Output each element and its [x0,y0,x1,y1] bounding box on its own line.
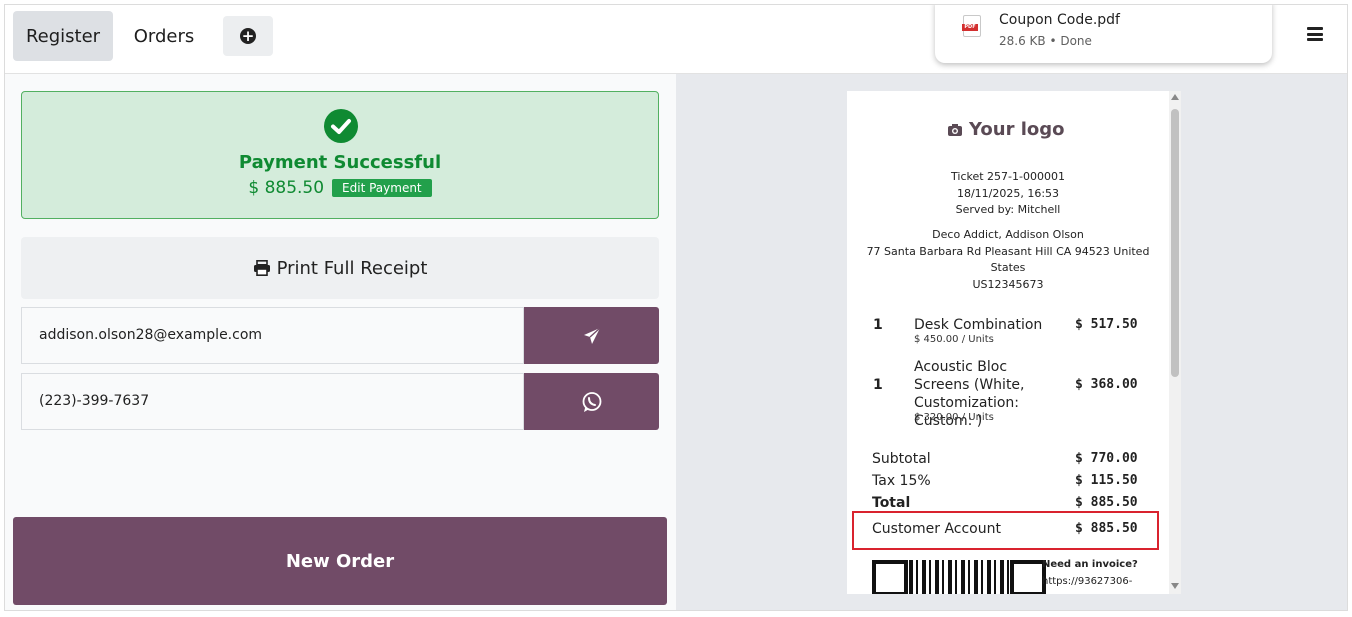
payment-panel: Payment Successful $ 885.50 Edit Payment… [5,74,676,610]
whatsapp-receipt-row: (223)-399-7637 [21,373,659,431]
tab-register[interactable]: Register [13,11,113,61]
item-unit-price: $ 450.00 / Units [914,334,994,345]
receipt-scrollbar[interactable] [1169,91,1181,594]
qr-code [909,560,1009,594]
item-price: $ 517.50 [1075,317,1138,332]
download-file-name[interactable]: Coupon Code.pdf [999,12,1120,28]
customer-address-line2: States [990,261,1026,274]
qr-code-finder [1010,560,1046,594]
paper-plane-icon [583,326,600,344]
pdf-file-icon: PDF [962,15,981,37]
send-whatsapp-button[interactable] [524,373,659,430]
item-qty: 1 [873,377,883,393]
print-button-label: Print Full Receipt [276,257,428,279]
logo-text: Your logo [969,119,1065,140]
tax-value: $ 115.50 [1075,473,1138,488]
total-value: $ 885.50 [1075,495,1138,510]
qr-code-finder [872,560,908,594]
print-full-receipt-button[interactable]: Print Full Receipt [21,237,659,299]
receipt: Your logo Ticket 257-1-000001 18/11/2025… [847,91,1181,594]
email-field[interactable]: addison.olson28@example.com [21,307,524,364]
check-circle-icon [324,109,358,143]
ticket-number: Ticket 257-1-000001 [951,170,1065,183]
scroll-down-arrow-icon[interactable] [1171,583,1179,589]
scrollbar-thumb[interactable] [1171,109,1179,377]
customer-vat: US12345673 [972,278,1044,291]
item-unit-price: $ 320.00 / Units [914,412,994,423]
item-qty: 1 [873,317,883,333]
invoice-title: Need an invoice? [1042,559,1138,570]
invoice-url[interactable]: https://93627306- [1042,576,1132,587]
payment-success-banner: Payment Successful $ 885.50 Edit Payment [21,91,659,219]
whatsapp-icon [582,391,601,412]
item-price: $ 368.00 [1075,377,1138,392]
receipt-preview-panel: Your logo Ticket 257-1-000001 18/11/2025… [676,74,1347,610]
pos-window: Register Orders + PDF Coupon Code.pdf 28… [4,4,1348,611]
download-status: 28.6 KB • Done [999,34,1092,48]
tab-orders[interactable]: Orders [121,11,207,61]
receipt-logo: Your logo [947,119,1065,140]
subtotal-value: $ 770.00 [1075,451,1138,466]
ticket-datetime: 18/11/2025, 16:53 [956,187,1060,200]
customer-address-line1: 77 Santa Barbara Rd Pleasant Hill CA 945… [866,245,1150,258]
tax-label: Tax 15% [872,473,931,489]
download-notification[interactable]: PDF Coupon Code.pdf 28.6 KB • Done [935,5,1272,63]
payment-amount: $ 885.50 [248,178,325,198]
served-by: Served by: Mitchell [955,203,1061,216]
email-receipt-row: addison.olson28@example.com [21,307,659,365]
scroll-up-arrow-icon[interactable] [1171,94,1179,100]
edit-payment-button[interactable]: Edit Payment [332,179,432,197]
subtotal-label: Subtotal [872,451,931,467]
item-name: Desk Combination [914,317,1043,333]
send-email-button[interactable] [524,307,659,364]
hamburger-icon[interactable] [1307,27,1323,41]
plus-circle-icon: + [240,26,256,45]
total-label: Total [872,495,911,511]
payment-method-label: Customer Account [872,521,1001,537]
top-bar: Register Orders + PDF Coupon Code.pdf 28… [5,5,1347,74]
new-order-button[interactable]: New Order [13,517,667,605]
payment-amount-row: $ 885.50 Edit Payment [22,178,658,198]
camera-icon [948,123,962,136]
phone-field[interactable]: (223)-399-7637 [21,373,524,430]
printer-icon [253,260,270,276]
customer-name: Deco Addict, Addison Olson [932,228,1084,241]
add-order-button[interactable]: + [223,16,273,56]
payment-method-amount: $ 885.50 [1075,521,1138,536]
payment-success-title: Payment Successful [238,152,442,173]
